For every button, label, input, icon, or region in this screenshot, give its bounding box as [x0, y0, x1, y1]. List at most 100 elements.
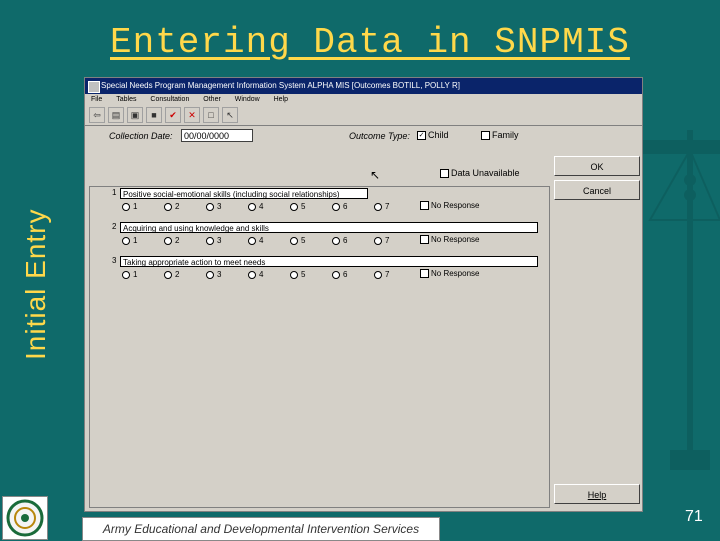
rating-radio[interactable]: 6 [332, 236, 374, 245]
rating-radio[interactable]: 1 [122, 202, 164, 211]
radio-icon[interactable] [290, 270, 298, 279]
radio-icon[interactable] [122, 270, 130, 279]
rating-radio[interactable]: 2 [164, 270, 206, 279]
app-window: Special Needs Program Management Informa… [84, 77, 643, 512]
child-label: Child [428, 130, 449, 140]
rating-radio[interactable]: 3 [206, 270, 248, 279]
menu-tables[interactable]: Tables [116, 96, 136, 103]
rating-radio[interactable]: 4 [248, 270, 290, 279]
data-unavailable-checkbox[interactable]: Data Unavailable [440, 168, 520, 179]
rating-radio[interactable]: 1 [122, 236, 164, 245]
menu-window[interactable]: Window [235, 96, 260, 103]
ok-button[interactable]: OK [554, 156, 640, 176]
radio-icon[interactable] [164, 236, 172, 245]
footer-organization: Army Educational and Developmental Inter… [82, 517, 440, 541]
rating-label: 6 [343, 270, 348, 279]
rating-radio[interactable]: 7 [374, 236, 416, 245]
radio-icon[interactable] [122, 202, 130, 211]
rating-radio[interactable]: 4 [248, 202, 290, 211]
rating-radio[interactable]: 2 [164, 236, 206, 245]
rating-radio[interactable]: 6 [332, 202, 374, 211]
new-icon[interactable]: □ [203, 107, 219, 123]
family-label: Family [492, 130, 519, 140]
questions-panel: 1 Positive social-emotional skills (incl… [89, 186, 550, 508]
radio-icon[interactable] [332, 202, 340, 211]
question-1-ratings: 1 2 3 4 5 6 7 [122, 202, 416, 211]
radio-icon[interactable] [332, 236, 340, 245]
rating-radio[interactable]: 1 [122, 270, 164, 279]
radio-icon[interactable] [248, 236, 256, 245]
question-1-no-response[interactable]: No Response [420, 201, 479, 211]
help-button[interactable]: Help [554, 484, 640, 504]
question-2-ratings: 1 2 3 4 5 6 7 [122, 236, 416, 245]
rating-radio[interactable]: 3 [206, 202, 248, 211]
child-checkbox[interactable]: ✓ Child [417, 130, 449, 141]
print-icon[interactable]: ▤ [108, 107, 124, 123]
no-response-box[interactable] [420, 269, 429, 279]
page-number: 71 [685, 508, 703, 525]
no-response-box[interactable] [420, 201, 429, 211]
radio-icon[interactable] [206, 202, 214, 211]
rating-radio[interactable]: 5 [290, 270, 332, 279]
menu-help[interactable]: Help [274, 96, 288, 103]
radio-icon[interactable] [206, 270, 214, 279]
slide-title: Entering Data in SNPMIS [110, 22, 630, 63]
no-response-box[interactable] [420, 235, 429, 245]
rating-radio[interactable]: 5 [290, 202, 332, 211]
rating-label: 6 [343, 236, 348, 245]
radio-icon[interactable] [290, 202, 298, 211]
toolbar: ⇦ ▤ ▣ ■ ✔ ✕ □ ↖ [89, 107, 238, 123]
radio-icon[interactable] [374, 236, 382, 245]
family-check-box[interactable] [481, 131, 490, 141]
question-3-no-response[interactable]: No Response [420, 269, 479, 279]
app-icon [88, 81, 100, 93]
outcome-form: Collection Date: 00/00/0000 Outcome Type… [85, 126, 642, 511]
rating-radio[interactable]: 7 [374, 202, 416, 211]
window-titlebar: Special Needs Program Management Informa… [85, 78, 642, 94]
lock-icon[interactable]: ▣ [127, 107, 143, 123]
rating-label: 3 [217, 270, 222, 279]
exit-icon[interactable]: ⇦ [89, 107, 105, 123]
question-2-text: Acquiring and using knowledge and skills [120, 222, 538, 233]
child-check-box[interactable]: ✓ [417, 131, 426, 141]
check-icon[interactable]: ✔ [165, 107, 181, 123]
menu-other[interactable]: Other [203, 96, 221, 103]
delete-icon[interactable]: ✕ [184, 107, 200, 123]
question-number: 2 [112, 222, 117, 231]
rating-radio[interactable]: 3 [206, 236, 248, 245]
question-2-no-response[interactable]: No Response [420, 235, 479, 245]
radio-icon[interactable] [206, 236, 214, 245]
radio-icon[interactable] [374, 270, 382, 279]
radio-icon[interactable] [248, 270, 256, 279]
radio-icon[interactable] [164, 270, 172, 279]
radio-icon[interactable] [332, 270, 340, 279]
question-number: 1 [112, 188, 117, 197]
rating-radio[interactable]: 4 [248, 236, 290, 245]
radio-icon[interactable] [164, 202, 172, 211]
rating-radio[interactable]: 7 [374, 270, 416, 279]
rating-label: 1 [133, 270, 138, 279]
cancel-button[interactable]: Cancel [554, 180, 640, 200]
menu-bar: File Tables Consultation Other Window He… [85, 94, 642, 106]
radio-icon[interactable] [122, 236, 130, 245]
save-icon[interactable]: ■ [146, 107, 162, 123]
question-3-ratings: 1 2 3 4 5 6 7 [122, 270, 416, 279]
rating-label: 5 [301, 270, 306, 279]
radio-icon[interactable] [374, 202, 382, 211]
cursor-icon[interactable]: ↖ [222, 107, 238, 123]
rating-radio[interactable]: 6 [332, 270, 374, 279]
data-unavailable-box[interactable] [440, 169, 449, 179]
side-title: Initial Entry [20, 208, 51, 361]
rating-label: 5 [301, 236, 306, 245]
menu-consultation[interactable]: Consultation [150, 96, 189, 103]
rating-radio[interactable]: 5 [290, 236, 332, 245]
rating-label: 1 [133, 236, 138, 245]
rating-label: 5 [301, 202, 306, 211]
rating-radio[interactable]: 2 [164, 202, 206, 211]
radio-icon[interactable] [248, 202, 256, 211]
radio-icon[interactable] [290, 236, 298, 245]
family-checkbox[interactable]: Family [481, 130, 519, 141]
collection-date-input[interactable]: 00/00/0000 [181, 129, 253, 142]
menu-file[interactable]: File [91, 96, 102, 103]
rating-label: 7 [385, 270, 390, 279]
